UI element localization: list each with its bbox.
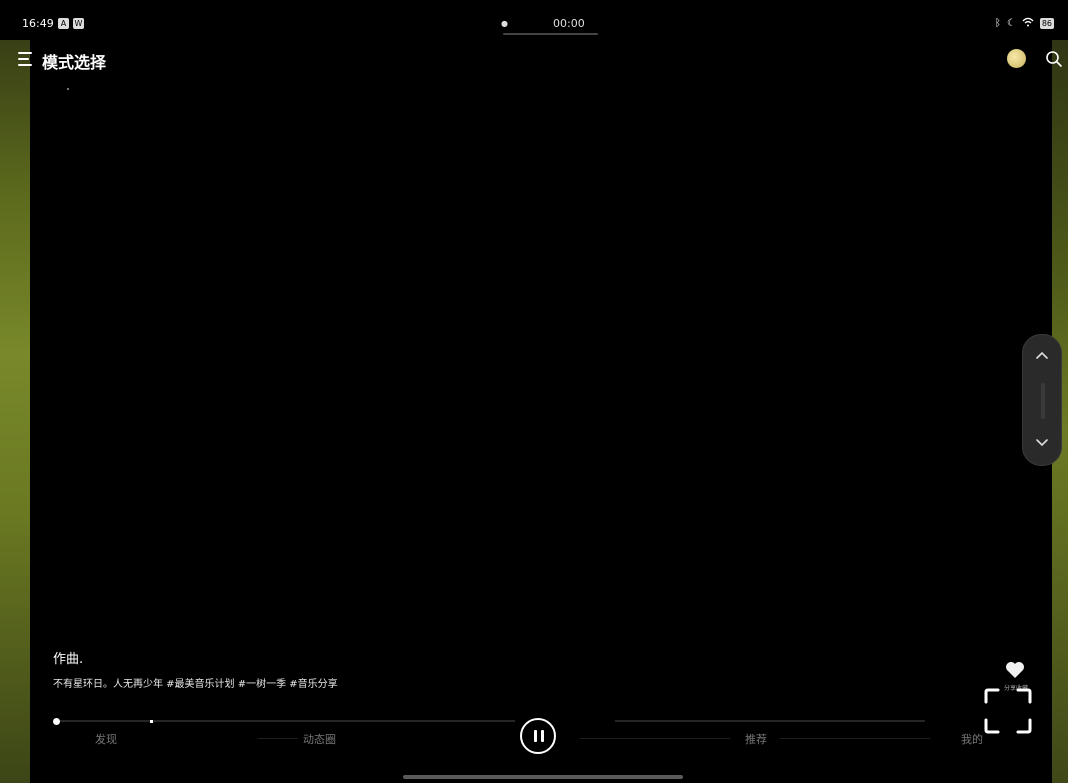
nav-divider (580, 738, 730, 739)
left-background-glow (0, 0, 34, 783)
progress-buffer-tick (150, 720, 153, 723)
moon-icon: ☾ (1006, 18, 1016, 29)
nav-item-recommend[interactable]: 推荐 (745, 731, 767, 747)
home-indicator[interactable] (403, 775, 683, 779)
heart-icon[interactable] (1004, 660, 1026, 680)
media-timer: 00:00 (553, 17, 585, 30)
menu-icon[interactable] (18, 52, 34, 66)
nav-item-mine[interactable]: 我的 (961, 731, 983, 747)
status-right-cluster: ᛒ ☾ 86 (995, 17, 1054, 30)
nav-item-feed[interactable]: 动态圈 (303, 731, 336, 747)
video-artifact (67, 88, 69, 90)
nav-divider (780, 738, 930, 739)
nav-divider (258, 738, 298, 739)
status-time: 16:49 (22, 17, 54, 30)
wifi-icon (1022, 17, 1034, 30)
video-scroll-control[interactable] (1022, 334, 1062, 466)
status-indicator-line (503, 33, 598, 35)
video-description[interactable]: 不有星环日。人无再少年 #最美音乐计划 #一树一季 #音乐分享 (53, 675, 338, 690)
pause-button[interactable] (520, 718, 556, 754)
app-notification-icon: W (73, 18, 84, 29)
avatar[interactable] (1007, 49, 1026, 68)
nav-item-discover[interactable]: 发现 (95, 731, 117, 747)
scroll-hint (1041, 383, 1045, 419)
fullscreen-icon[interactable] (984, 688, 1032, 734)
bluetooth-icon: ᛒ (994, 18, 1001, 29)
app-notification-icon: A (58, 18, 69, 29)
recording-dot-icon: ● (501, 19, 508, 28)
chevron-up-icon[interactable] (1033, 347, 1051, 365)
video-author[interactable]: 作曲. (53, 648, 83, 667)
page-title[interactable]: 模式选择 (42, 49, 106, 73)
status-bar: 16:49 A W ● 00:00 ᛒ ☾ 86 (0, 0, 1068, 40)
video-stage[interactable] (30, 40, 1052, 783)
progress-knob[interactable] (53, 718, 60, 725)
chevron-down-icon[interactable] (1033, 433, 1051, 451)
battery-icon: 86 (1039, 18, 1054, 29)
search-icon[interactable] (1045, 50, 1063, 68)
